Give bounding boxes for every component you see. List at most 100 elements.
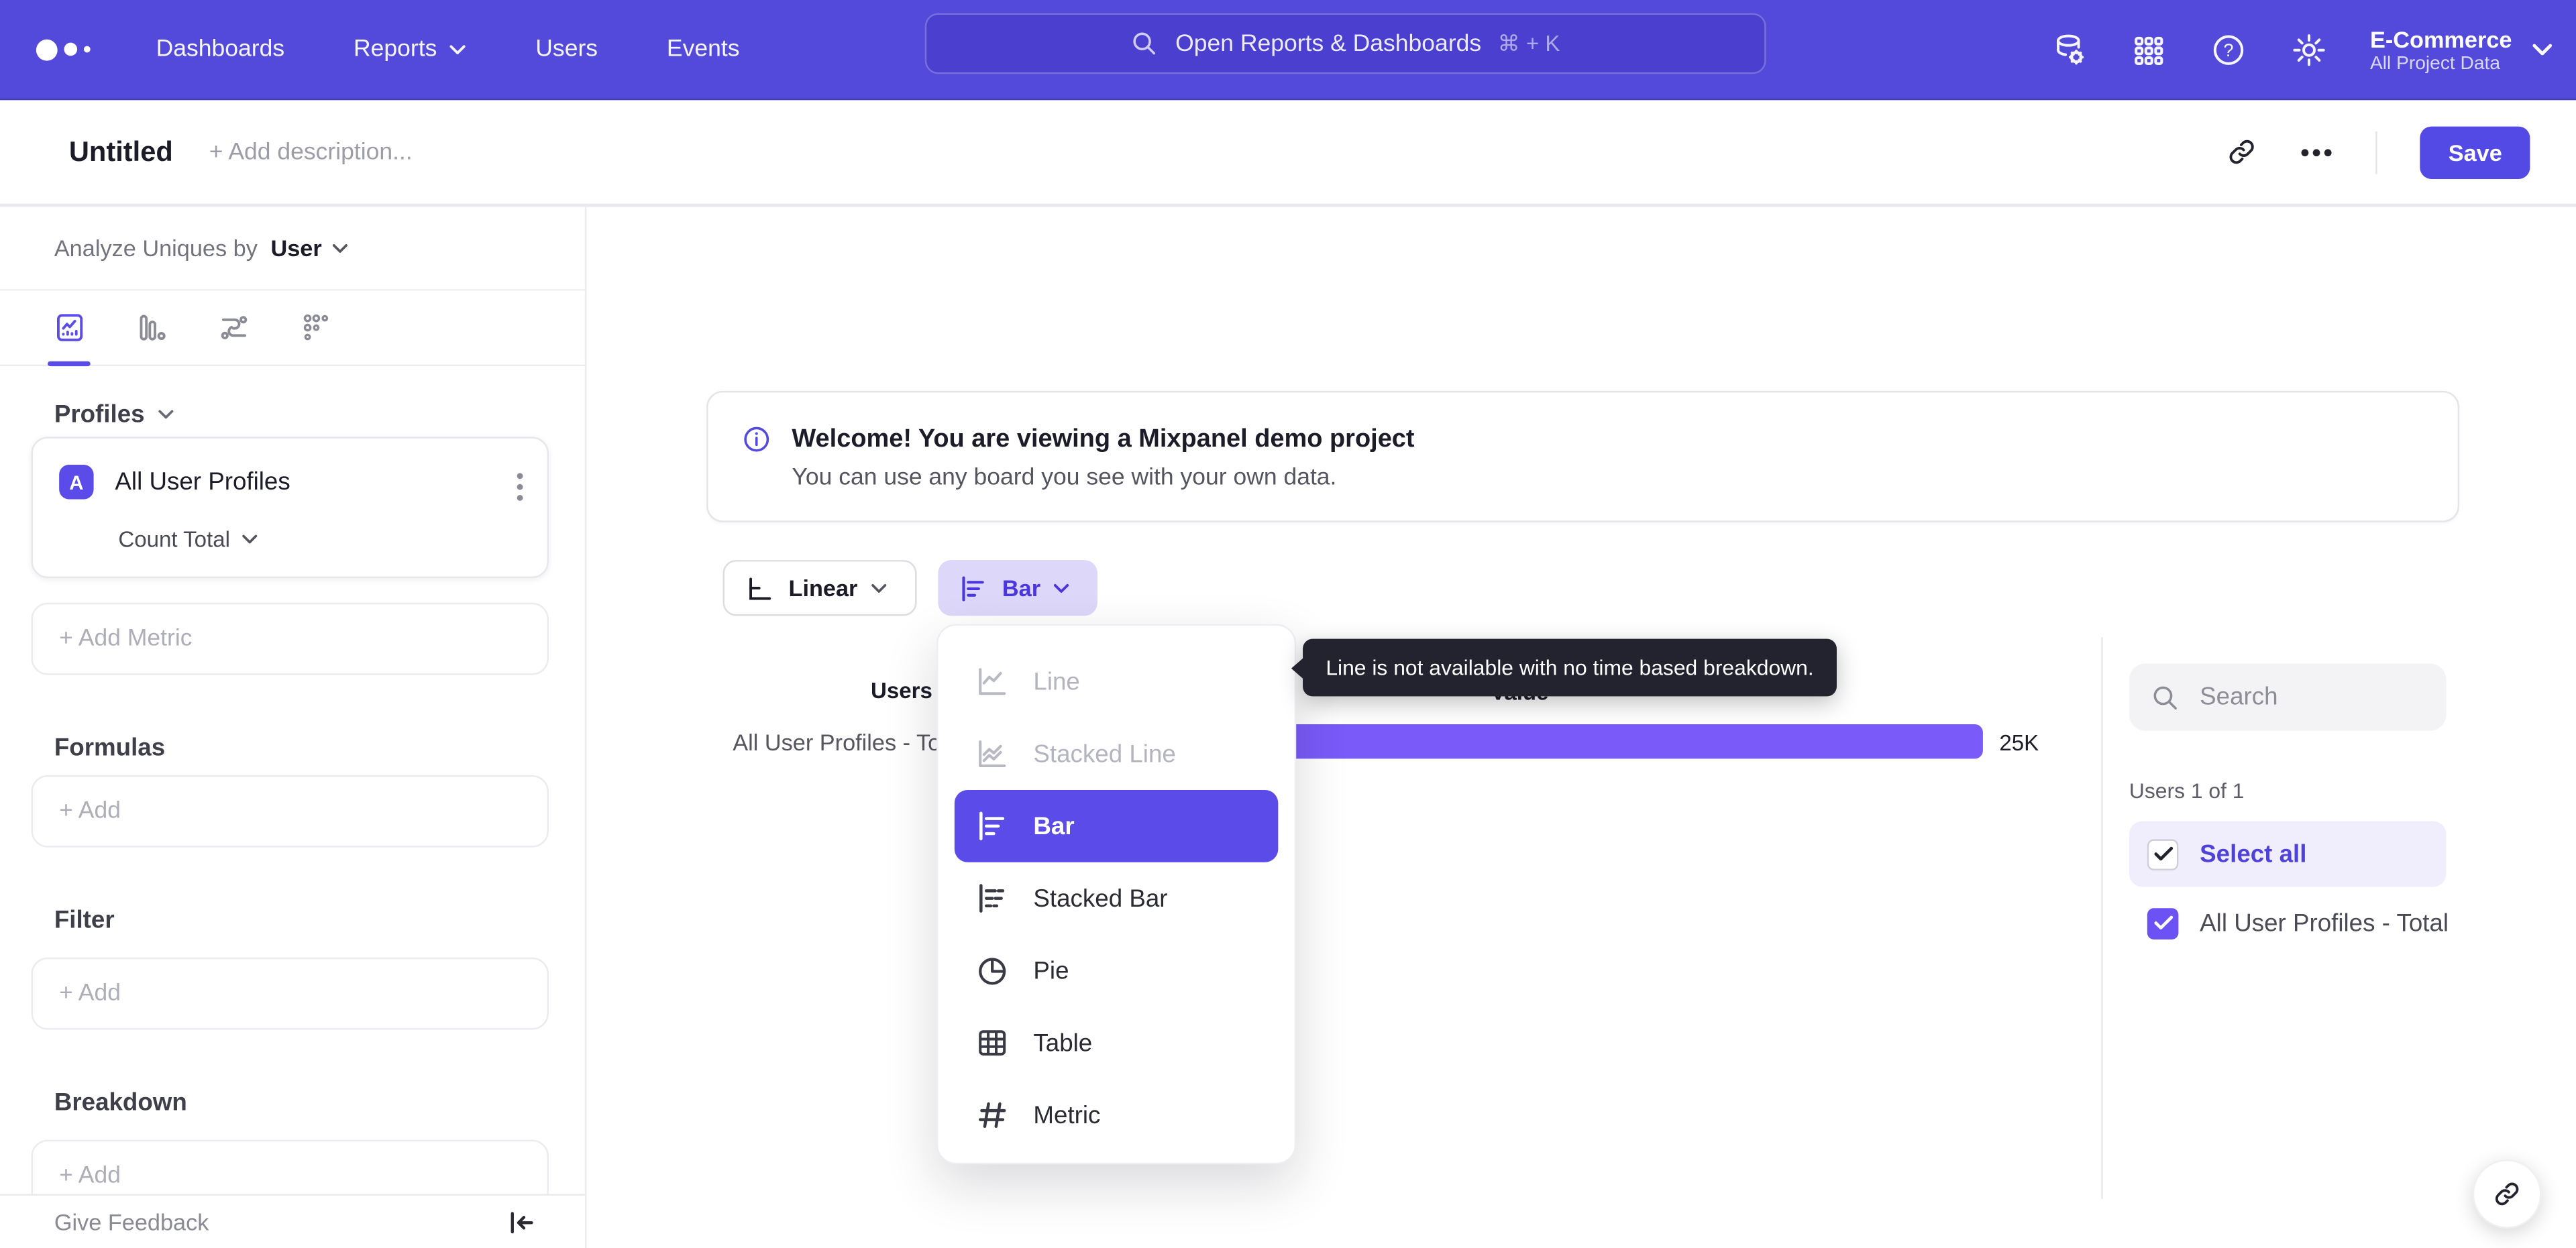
collapse-sidebar-icon[interactable] bbox=[508, 1210, 536, 1235]
project-switcher[interactable]: E-Commerce All Project Data bbox=[2370, 26, 2553, 74]
add-formula-button[interactable]: + Add bbox=[31, 775, 549, 848]
add-metric-button[interactable]: + Add Metric bbox=[31, 602, 549, 675]
pie-chart-icon bbox=[979, 958, 1006, 985]
check-icon bbox=[2153, 915, 2172, 929]
nav-dashboards[interactable]: Dashboards bbox=[156, 36, 284, 62]
menu-item-metric[interactable]: Metric bbox=[955, 1079, 1278, 1151]
insights-icon bbox=[56, 314, 82, 341]
formulas-section-header: Formulas bbox=[54, 734, 166, 762]
menu-item-pie[interactable]: Pie bbox=[955, 934, 1278, 1007]
search-shortcut: ⌘ + K bbox=[1497, 30, 1560, 56]
chevron-down-icon bbox=[1054, 583, 1070, 592]
search-icon bbox=[1134, 32, 1157, 55]
chart-bar-value: 25K bbox=[1999, 730, 2039, 756]
panel-divider bbox=[2101, 637, 2103, 1199]
tab-retention[interactable] bbox=[274, 310, 356, 345]
tab-insights[interactable] bbox=[28, 310, 110, 345]
series-search-input[interactable] bbox=[2196, 681, 2417, 713]
chevron-down-icon bbox=[449, 44, 466, 54]
metric-card[interactable]: A All User Profiles Count Total bbox=[31, 437, 549, 579]
chart-type-selector[interactable]: Bar bbox=[938, 560, 1097, 616]
stacked-bar-chart-icon bbox=[979, 884, 1005, 913]
menu-item-line[interactable]: Line bbox=[955, 645, 1278, 718]
menu-item-stacked-line[interactable]: Stacked Line bbox=[955, 718, 1278, 790]
analyze-label: Analyze Uniques by bbox=[54, 235, 258, 262]
series-count: Users 1 of 1 bbox=[2129, 778, 2245, 803]
copy-link-icon[interactable] bbox=[2226, 136, 2258, 168]
metric-name: All User Profiles bbox=[115, 467, 290, 496]
menu-item-bar[interactable]: Bar bbox=[954, 789, 1279, 862]
funnels-icon bbox=[139, 315, 165, 341]
toolbar-divider bbox=[2375, 130, 2378, 174]
scale-selector[interactable]: Linear bbox=[722, 560, 917, 616]
add-description-field[interactable]: + Add description... bbox=[209, 139, 413, 165]
data-management-icon[interactable] bbox=[2049, 32, 2087, 69]
banner-title: Welcome! You are viewing a Mixpanel demo… bbox=[792, 425, 1415, 453]
global-search-input[interactable]: Open Reports & Dashboards ⌘ + K bbox=[924, 13, 1766, 74]
nav-reports[interactable]: Reports bbox=[354, 36, 466, 62]
stacked-line-chart-icon bbox=[979, 740, 1006, 768]
table-icon bbox=[979, 1030, 1006, 1056]
banner-subtitle: You can use any board you see with your … bbox=[792, 465, 1337, 492]
svg-text:?: ? bbox=[2223, 40, 2233, 60]
nav-users[interactable]: Users bbox=[535, 36, 598, 62]
tab-funnels[interactable] bbox=[110, 310, 192, 345]
add-filter-button[interactable]: + Add bbox=[31, 957, 549, 1030]
chevron-down-icon bbox=[871, 583, 887, 592]
analyze-entity-selector[interactable]: User bbox=[270, 235, 347, 261]
select-all-row[interactable]: Select all bbox=[2129, 821, 2447, 887]
search-icon bbox=[2153, 685, 2177, 709]
give-feedback-link[interactable]: Give Feedback bbox=[54, 1208, 209, 1235]
chart-type-menu: Line Stacked Line Bar Stacked Bar Pie Ta… bbox=[936, 624, 1297, 1165]
check-icon bbox=[2153, 846, 2172, 861]
chevron-down-icon bbox=[332, 243, 347, 252]
metric-badge: A bbox=[59, 465, 94, 500]
bar-chart-icon bbox=[979, 811, 1005, 841]
chevron-down-icon bbox=[242, 534, 258, 544]
search-placeholder: Open Reports & Dashboards bbox=[1175, 30, 1482, 57]
chevron-down-icon bbox=[158, 410, 174, 419]
chevron-down-icon bbox=[2532, 44, 2553, 56]
flows-icon bbox=[220, 316, 247, 339]
top-nav: Dashboards Reports Users Events Open Rep… bbox=[0, 0, 2576, 101]
nav-right-cluster: ? E-Commerce All Project Data bbox=[2049, 0, 2553, 100]
sidebar-footer: Give Feedback bbox=[0, 1194, 585, 1248]
mixpanel-app: Dashboards Reports Users Events Open Rep… bbox=[0, 0, 2576, 1248]
bar-chart-icon bbox=[962, 575, 984, 601]
metric-hash-icon bbox=[978, 1102, 1006, 1128]
retention-icon bbox=[303, 314, 327, 341]
column-header-users: Users bbox=[870, 678, 932, 703]
more-options-icon[interactable] bbox=[2300, 147, 2333, 157]
project-name: E-Commerce bbox=[2369, 26, 2512, 53]
profiles-section-header[interactable]: Profiles bbox=[54, 401, 174, 429]
help-icon[interactable]: ? bbox=[2209, 32, 2247, 69]
aggregation-selector[interactable]: Count Total bbox=[118, 527, 258, 552]
menu-item-table[interactable]: Table bbox=[955, 1007, 1278, 1079]
analyze-row: Analyze Uniques by User bbox=[0, 207, 585, 291]
demo-banner: Welcome! You are viewing a Mixpanel demo… bbox=[706, 390, 2460, 522]
line-disabled-tooltip: Line is not available with no time based… bbox=[1291, 638, 1837, 697]
series-row[interactable]: All User Profiles - Total bbox=[2129, 897, 2491, 949]
series-checkbox[interactable] bbox=[2147, 907, 2179, 939]
share-link-fab[interactable] bbox=[2472, 1159, 2542, 1229]
line-chart-icon bbox=[979, 668, 1006, 695]
report-type-tabs bbox=[0, 290, 585, 367]
save-button[interactable]: Save bbox=[2420, 125, 2530, 178]
query-sidebar: Analyze Uniques by User Profiles A All U… bbox=[0, 207, 587, 1248]
settings-gear-icon[interactable] bbox=[2290, 32, 2327, 69]
report-title[interactable]: Untitled bbox=[69, 135, 173, 168]
report-toolbar: Untitled + Add description... Save bbox=[0, 100, 2576, 207]
series-label: All User Profiles - Total bbox=[2200, 909, 2449, 938]
tab-flows[interactable] bbox=[193, 310, 274, 345]
nav-events[interactable]: Events bbox=[667, 36, 740, 62]
mixpanel-logo-icon[interactable] bbox=[36, 38, 91, 60]
series-search[interactable] bbox=[2129, 663, 2447, 731]
project-scope: All Project Data bbox=[2369, 54, 2501, 74]
link-icon bbox=[2495, 1182, 2519, 1206]
menu-item-stacked-bar[interactable]: Stacked Bar bbox=[955, 862, 1278, 935]
apps-grid-icon[interactable] bbox=[2130, 32, 2166, 68]
tooltip-text: Line is not available with no time based… bbox=[1326, 655, 1814, 680]
metric-menu-icon[interactable] bbox=[516, 471, 524, 503]
select-all-checkbox[interactable] bbox=[2147, 838, 2179, 870]
linear-scale-icon bbox=[749, 577, 771, 600]
